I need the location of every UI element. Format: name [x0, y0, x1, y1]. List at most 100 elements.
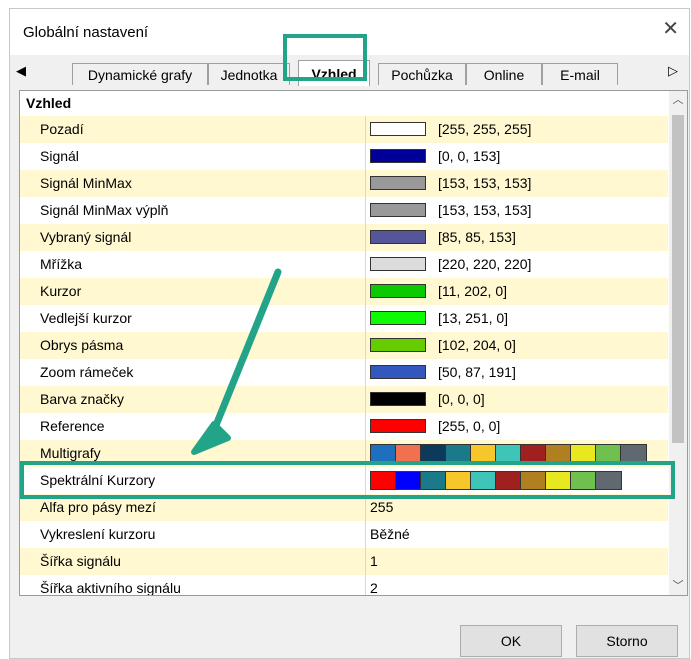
color-value: [153, 153, 153]: [438, 175, 532, 191]
global-settings-dialog: Globální nastavení ✕ ◀ Dynamické grafy J…: [9, 8, 690, 659]
cancel-button[interactable]: Storno: [576, 625, 678, 657]
property-row[interactable]: Vybraný signál [85, 85, 153]: [20, 224, 668, 251]
property-row[interactable]: Šířka signálu 1: [20, 548, 668, 575]
property-row[interactable]: Kurzor [11, 202, 0]: [20, 278, 668, 305]
property-label: Zoom rámeček: [40, 364, 134, 380]
scroll-down-icon[interactable]: ﹀: [669, 577, 687, 595]
property-row[interactable]: Signál MinMax výplň [153, 153, 153]: [20, 197, 668, 224]
property-row[interactable]: Pozadí [255, 255, 255]: [20, 116, 668, 143]
palette-color: [571, 445, 596, 462]
scroll-up-icon[interactable]: ︿: [669, 91, 687, 109]
property-label: Obrys pásma: [40, 337, 124, 353]
vertical-scrollbar[interactable]: ︿ ﹀: [669, 91, 687, 595]
property-row[interactable]: Šířka aktivního signálu 2: [20, 575, 668, 596]
property-label: Šířka aktivního signálu: [40, 580, 181, 596]
column-divider: [365, 278, 366, 305]
color-value: [0, 0, 153]: [438, 148, 501, 164]
column-divider: [365, 143, 366, 170]
property-value: 2: [370, 580, 378, 596]
color-value: [102, 204, 0]: [438, 337, 516, 353]
tab-unit[interactable]: Jednotka: [208, 63, 290, 85]
property-label: Mřížka: [40, 256, 82, 272]
color-value: [220, 220, 220]: [438, 256, 532, 272]
dialog-title: Globální nastavení: [23, 24, 149, 41]
column-divider: [365, 116, 366, 143]
property-label: Vedlejší kurzor: [40, 310, 132, 326]
property-row[interactable]: Mřížka [220, 220, 220]: [20, 251, 668, 278]
property-row[interactable]: Zoom rámeček [50, 87, 191]: [20, 359, 668, 386]
tab-walkthrough[interactable]: Pochůzka: [378, 63, 466, 85]
palette-color: [396, 445, 421, 462]
annotation-highlight-row: [20, 461, 675, 499]
property-label: Vybraný signál: [40, 229, 132, 245]
property-row[interactable]: Vedlejší kurzor [13, 251, 0]: [20, 305, 668, 332]
column-divider: [365, 359, 366, 386]
palette-color: [471, 445, 496, 462]
palette-color: [446, 445, 471, 462]
property-label: Pozadí: [40, 121, 84, 137]
property-row[interactable]: Barva značky [0, 0, 0]: [20, 386, 668, 413]
tab-online[interactable]: Online: [466, 63, 542, 85]
column-divider: [365, 224, 366, 251]
color-value: [11, 202, 0]: [438, 283, 508, 299]
ok-button[interactable]: OK: [460, 625, 562, 657]
column-divider: [365, 575, 366, 595]
property-row[interactable]: Reference [255, 0, 0]: [20, 413, 668, 440]
tab-dynamic-graphs[interactable]: Dynamické grafy: [72, 63, 208, 85]
color-swatch[interactable]: [370, 338, 426, 352]
property-value: 1: [370, 553, 378, 569]
column-divider: [365, 548, 366, 575]
column-divider: [365, 251, 366, 278]
color-value: [255, 0, 0]: [438, 418, 501, 434]
color-swatch[interactable]: [370, 176, 426, 190]
color-value: [0, 0, 0]: [438, 391, 485, 407]
palette-color: [546, 445, 571, 462]
color-value: [153, 153, 153]: [438, 202, 532, 218]
color-value: [13, 251, 0]: [438, 310, 509, 326]
color-swatch[interactable]: [370, 284, 426, 298]
palette-color: [596, 445, 621, 462]
palette-color: [521, 445, 546, 462]
color-swatch[interactable]: [370, 257, 426, 271]
section-header: Vzhled: [20, 91, 668, 116]
color-swatch[interactable]: [370, 392, 426, 406]
column-divider: [365, 197, 366, 224]
color-swatch[interactable]: [370, 365, 426, 379]
property-label: Kurzor: [40, 283, 82, 299]
property-label: Signál MinMax výplň: [40, 202, 169, 218]
property-value: Běžné: [370, 526, 410, 542]
palette-color: [421, 445, 446, 462]
color-swatch[interactable]: [370, 311, 426, 325]
color-swatch[interactable]: [370, 203, 426, 217]
tab-scroll-right-icon[interactable]: ▷: [668, 63, 678, 79]
tab-email[interactable]: E-mail: [542, 63, 618, 85]
property-label: Reference: [40, 418, 105, 434]
column-divider: [365, 332, 366, 359]
column-divider: [365, 386, 366, 413]
color-swatch[interactable]: [370, 122, 426, 136]
property-label: Signál: [40, 148, 79, 164]
property-label: Signál MinMax: [40, 175, 132, 191]
color-value: [50, 87, 191]: [438, 364, 516, 380]
annotation-highlight-tab: [283, 34, 367, 81]
property-label: Barva značky: [40, 391, 125, 407]
tab-scroll-left-icon[interactable]: ◀: [16, 63, 26, 79]
property-label: Šířka signálu: [40, 553, 121, 569]
property-row[interactable]: Signál [0, 0, 153]: [20, 143, 668, 170]
color-swatch[interactable]: [370, 419, 426, 433]
color-swatch[interactable]: [370, 149, 426, 163]
scroll-thumb[interactable]: [672, 115, 684, 443]
color-value: [255, 255, 255]: [438, 121, 532, 137]
property-row[interactable]: Vykreslení kurzoru Běžné: [20, 521, 668, 548]
property-row[interactable]: Obrys pásma [102, 204, 0]: [20, 332, 668, 359]
property-label: Vykreslení kurzoru: [40, 526, 156, 542]
color-swatch[interactable]: [370, 230, 426, 244]
color-value: [85, 85, 153]: [438, 229, 516, 245]
close-icon[interactable]: ✕: [662, 19, 679, 39]
palette-color: [496, 445, 521, 462]
palette-color: [621, 445, 646, 462]
property-row[interactable]: Signál MinMax [153, 153, 153]: [20, 170, 668, 197]
section-title: Vzhled: [26, 95, 72, 111]
column-divider: [365, 170, 366, 197]
palette-color: [371, 445, 396, 462]
